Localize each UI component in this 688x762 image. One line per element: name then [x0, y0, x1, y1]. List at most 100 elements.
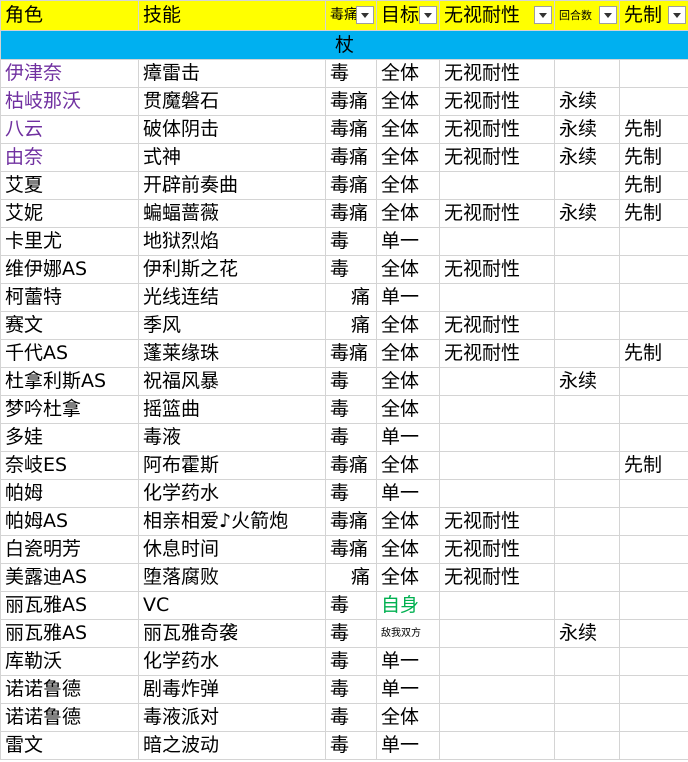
cell-first[interactable]: [619, 591, 688, 620]
cell-first[interactable]: [619, 87, 688, 116]
cell-ignore[interactable]: 无视耐性: [439, 255, 555, 284]
cell-ignore[interactable]: [439, 731, 555, 760]
cell-first[interactable]: [619, 367, 688, 396]
cell-target[interactable]: 全体: [376, 255, 440, 284]
cell-first[interactable]: [619, 59, 688, 88]
cell-ignore[interactable]: [439, 367, 555, 396]
cell-first[interactable]: 先制: [619, 339, 688, 368]
cell-poison[interactable]: 毒痛: [325, 535, 377, 564]
cell-skill[interactable]: 阿布霍斯: [138, 451, 326, 480]
cell-role[interactable]: 诺诺鲁德: [0, 675, 139, 704]
cell-skill[interactable]: 地狱烈焰: [138, 227, 326, 256]
cell-poison[interactable]: 毒: [325, 675, 377, 704]
cell-poison[interactable]: 毒痛: [325, 171, 377, 200]
cell-role[interactable]: 梦吟杜拿: [0, 395, 139, 424]
cell-poison[interactable]: 毒痛: [325, 507, 377, 536]
cell-poison[interactable]: 毒: [325, 395, 377, 424]
cell-skill[interactable]: 毒液: [138, 423, 326, 452]
cell-turns[interactable]: [554, 647, 620, 676]
cell-role[interactable]: 艾妮: [0, 199, 139, 228]
cell-first[interactable]: 先制: [619, 199, 688, 228]
cell-ignore[interactable]: [439, 423, 555, 452]
cell-role[interactable]: 杜拿利斯AS: [0, 367, 139, 396]
cell-skill[interactable]: 暗之波动: [138, 731, 326, 760]
cell-skill[interactable]: 式神: [138, 143, 326, 172]
cell-target[interactable]: 全体: [376, 115, 440, 144]
cell-poison[interactable]: 毒: [325, 367, 377, 396]
cell-turns[interactable]: 永续: [554, 143, 620, 172]
cell-role[interactable]: 白瓷明芳: [0, 535, 139, 564]
cell-role[interactable]: 伊津奈: [0, 59, 139, 88]
cell-ignore[interactable]: 无视耐性: [439, 143, 555, 172]
filter-dropdown-button[interactable]: [356, 6, 374, 24]
cell-role[interactable]: 千代AS: [0, 339, 139, 368]
cell-turns[interactable]: 永续: [554, 619, 620, 648]
cell-ignore[interactable]: [439, 283, 555, 312]
cell-ignore[interactable]: 无视耐性: [439, 311, 555, 340]
cell-skill[interactable]: 开辟前奏曲: [138, 171, 326, 200]
cell-skill[interactable]: 伊利斯之花: [138, 255, 326, 284]
cell-ignore[interactable]: 无视耐性: [439, 507, 555, 536]
cell-target[interactable]: 单一: [376, 227, 440, 256]
cell-target[interactable]: 单一: [376, 479, 440, 508]
cell-turns[interactable]: 永续: [554, 115, 620, 144]
cell-turns[interactable]: 永续: [554, 367, 620, 396]
cell-role[interactable]: 枯岐那沃: [0, 87, 139, 116]
cell-turns[interactable]: [554, 451, 620, 480]
cell-turns[interactable]: [554, 731, 620, 760]
cell-skill[interactable]: 蝙蝠蔷薇: [138, 199, 326, 228]
cell-target[interactable]: 全体: [376, 535, 440, 564]
cell-poison[interactable]: 痛: [325, 283, 377, 312]
cell-turns[interactable]: [554, 311, 620, 340]
cell-first[interactable]: [619, 675, 688, 704]
cell-target[interactable]: 自身: [376, 591, 440, 620]
filter-dropdown-button[interactable]: [668, 6, 686, 24]
cell-role[interactable]: 由奈: [0, 143, 139, 172]
cell-ignore[interactable]: [439, 647, 555, 676]
cell-poison[interactable]: 毒痛: [325, 115, 377, 144]
cell-skill[interactable]: 丽瓦雅奇袭: [138, 619, 326, 648]
cell-skill[interactable]: VC: [138, 591, 326, 620]
cell-first[interactable]: [619, 563, 688, 592]
cell-ignore[interactable]: [439, 703, 555, 732]
filter-dropdown-button[interactable]: [599, 6, 617, 24]
cell-target[interactable]: 全体: [376, 451, 440, 480]
cell-target[interactable]: 全体: [376, 199, 440, 228]
cell-poison[interactable]: 毒痛: [325, 87, 377, 116]
cell-turns[interactable]: [554, 227, 620, 256]
cell-skill[interactable]: 祝福风暴: [138, 367, 326, 396]
cell-target[interactable]: 单一: [376, 647, 440, 676]
cell-target[interactable]: 单一: [376, 423, 440, 452]
cell-target[interactable]: 全体: [376, 171, 440, 200]
cell-target[interactable]: 敌我双方: [376, 619, 440, 648]
cell-turns[interactable]: [554, 423, 620, 452]
cell-poison[interactable]: 毒痛: [325, 451, 377, 480]
cell-role[interactable]: 赛文: [0, 311, 139, 340]
cell-role[interactable]: 艾夏: [0, 171, 139, 200]
cell-first[interactable]: [619, 731, 688, 760]
cell-target[interactable]: 全体: [376, 507, 440, 536]
cell-target[interactable]: 全体: [376, 59, 440, 88]
filter-dropdown-button[interactable]: [419, 6, 437, 24]
filter-dropdown-button[interactable]: [534, 6, 552, 24]
cell-turns[interactable]: [554, 255, 620, 284]
cell-first[interactable]: [619, 255, 688, 284]
cell-turns[interactable]: [554, 395, 620, 424]
cell-role[interactable]: 多娃: [0, 423, 139, 452]
cell-role[interactable]: 维伊娜AS: [0, 255, 139, 284]
cell-ignore[interactable]: 无视耐性: [439, 87, 555, 116]
cell-first[interactable]: [619, 619, 688, 648]
cell-ignore[interactable]: 无视耐性: [439, 199, 555, 228]
cell-turns[interactable]: [554, 339, 620, 368]
cell-skill[interactable]: 堕落腐败: [138, 563, 326, 592]
cell-first[interactable]: [619, 283, 688, 312]
cell-turns[interactable]: [554, 563, 620, 592]
cell-role[interactable]: 丽瓦雅AS: [0, 619, 139, 648]
cell-skill[interactable]: 季风: [138, 311, 326, 340]
cell-poison[interactable]: 毒: [325, 227, 377, 256]
cell-first[interactable]: [619, 227, 688, 256]
cell-role[interactable]: 帕姆AS: [0, 507, 139, 536]
cell-role[interactable]: 帕姆: [0, 479, 139, 508]
cell-skill[interactable]: 化学药水: [138, 479, 326, 508]
cell-ignore[interactable]: [439, 479, 555, 508]
